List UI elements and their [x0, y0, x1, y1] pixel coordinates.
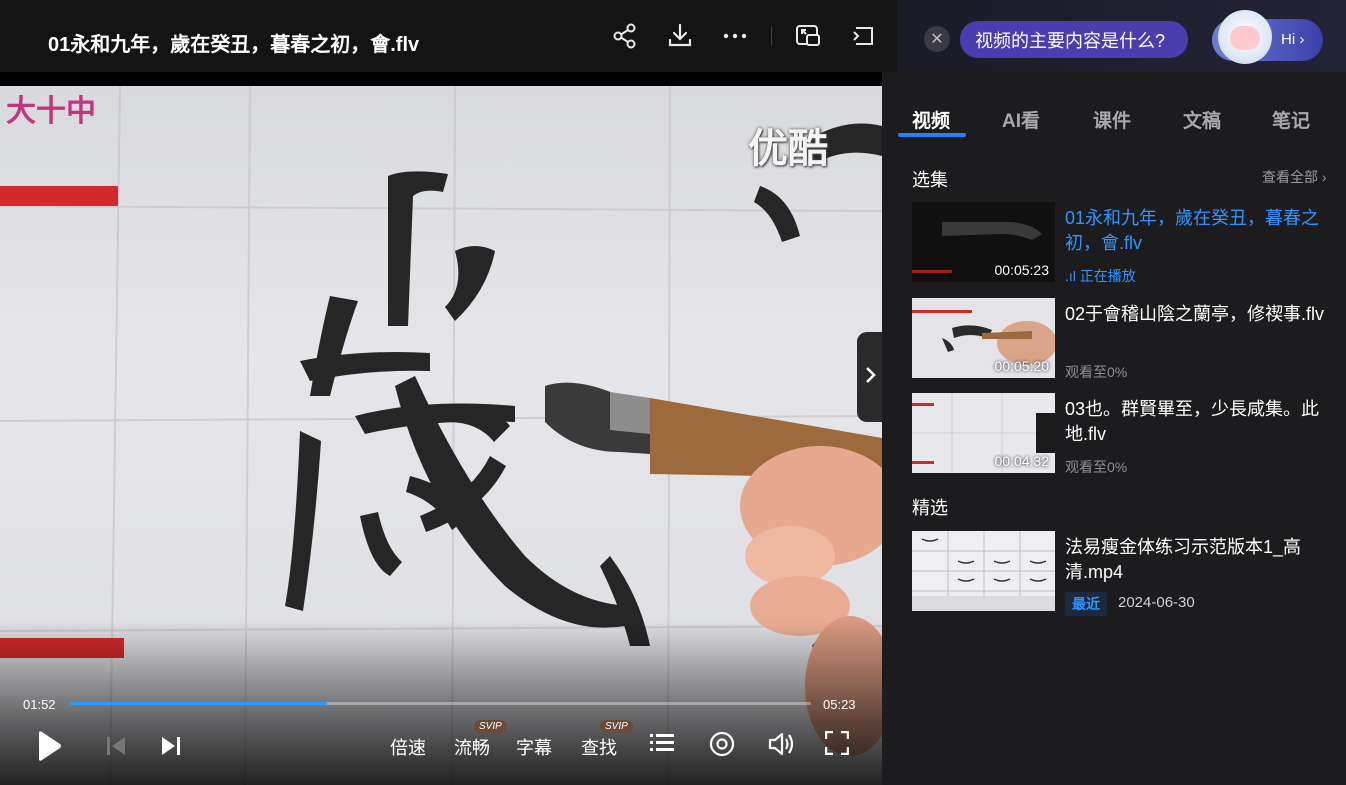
fullscreen-button[interactable]	[825, 731, 849, 755]
video-title: 01永和九年，歲在癸丑，暮春之初，會.flv	[48, 34, 420, 56]
ai-avatar-face	[1230, 26, 1260, 50]
danmaku-button[interactable]	[709, 731, 735, 757]
more-icon[interactable]	[721, 22, 749, 50]
recent-tag: 最近	[1065, 592, 1107, 616]
ai-suggested-question[interactable]: 视频的主要内容是什么?	[960, 21, 1188, 58]
featured-item[interactable]: 法易瘦金体练习示范版本1_高清.mp4 最近 2024-06-30	[912, 531, 1332, 616]
speed-button[interactable]: 倍速	[390, 734, 426, 760]
playing-bars-icon: .ıl	[1065, 268, 1076, 284]
episodes-title: 选集	[912, 170, 948, 190]
skip-next-icon	[160, 736, 182, 756]
close-icon: ✕	[930, 31, 944, 48]
next-button[interactable]	[160, 736, 182, 756]
featured-title: 精选	[912, 498, 948, 518]
watermark-right: 优酷	[748, 126, 828, 172]
episode-duration: 00:05:20	[994, 358, 1050, 374]
tab-video[interactable]: 视频	[912, 106, 950, 133]
episode-item[interactable]: 00:05:23 01永和九年，歲在癸丑，暮春之初，會.flv .ıl 正在播放	[912, 202, 1332, 284]
ai-hi-label: Hi ›	[1281, 31, 1305, 48]
episode-status: 观看至0%	[1065, 459, 1128, 475]
featured-date: 2024-06-30	[1118, 594, 1195, 611]
chevron-right-icon	[865, 364, 877, 390]
episode-thumbnail: 00:05:23	[912, 202, 1055, 282]
toolbar-divider	[771, 26, 772, 46]
tab-ai-watch[interactable]: AI看	[1002, 106, 1040, 133]
episode-item[interactable]: 00:04:32 03也。群賢畢至，少長咸集。此地.flv 观看至0%	[912, 393, 1332, 475]
chevron-right-icon: ›	[1321, 169, 1327, 185]
episode-duration: 00:04:32	[994, 453, 1050, 469]
chevron-right-icon: ›	[1299, 31, 1305, 48]
play-icon	[34, 730, 62, 762]
quality-button[interactable]: 流畅	[454, 734, 490, 760]
subtitle-button[interactable]: 字幕	[516, 734, 552, 760]
episode-duration: 00:05:23	[994, 262, 1050, 278]
tab-transcript[interactable]: 文稿	[1183, 106, 1221, 133]
volume-icon	[768, 731, 796, 757]
episode-item[interactable]: 00:05:20 02于會稽山陰之蘭亭，修禊事.flv 观看至0%	[912, 298, 1332, 380]
episode-thumbnail: 00:05:20	[912, 298, 1055, 378]
watermark-left: 大十中	[6, 94, 96, 129]
download-icon[interactable]	[666, 22, 694, 50]
eye-icon	[709, 731, 735, 757]
picture-in-picture-icon[interactable]	[794, 22, 822, 50]
quality-svip-badge: SVIP	[474, 720, 507, 733]
episode-title: 02于會稽山陰之蘭亭，修禊事.flv	[1065, 304, 1325, 324]
progress-fill	[70, 702, 328, 705]
ai-close-button[interactable]: ✕	[924, 26, 950, 52]
volume-button[interactable]	[768, 731, 796, 757]
total-time: 05:23	[823, 697, 856, 712]
episode-title: 01永和九年，歲在癸丑，暮春之初，會.flv	[1065, 208, 1320, 253]
expand-panel-button[interactable]	[857, 332, 885, 422]
share-icon[interactable]	[611, 22, 639, 50]
search-svip-badge: SVIP	[600, 720, 633, 733]
current-time: 01:52	[23, 697, 56, 712]
skip-previous-icon	[105, 736, 127, 756]
featured-video-title: 法易瘦金体练习示范版本1_高清.mp4	[1065, 537, 1302, 582]
tab-notes[interactable]: 笔记	[1272, 106, 1310, 133]
featured-thumbnail	[912, 531, 1055, 611]
top-bar: 01永和九年，歲在癸丑，暮春之初，會.flv	[0, 0, 897, 72]
episode-status: 观看至0%	[1065, 364, 1128, 380]
collapse-panel-icon[interactable]	[850, 22, 878, 50]
see-all-link[interactable]: 查看全部 ›	[1262, 167, 1327, 187]
list-icon	[650, 732, 674, 754]
fullscreen-icon	[825, 731, 849, 755]
episode-title: 03也。群賢畢至，少長咸集。此地.flv	[1065, 399, 1320, 444]
progress-bar[interactable]	[70, 702, 811, 705]
episode-status: .ıl 正在播放	[1065, 268, 1136, 284]
episode-thumbnail: 00:04:32	[912, 393, 1055, 473]
search-button[interactable]: 查找	[581, 734, 617, 760]
playlist-button[interactable]	[650, 732, 674, 754]
active-tab-indicator	[898, 133, 966, 137]
previous-button[interactable]	[105, 736, 127, 756]
tab-courseware[interactable]: 课件	[1093, 106, 1131, 133]
play-button[interactable]	[34, 730, 62, 762]
